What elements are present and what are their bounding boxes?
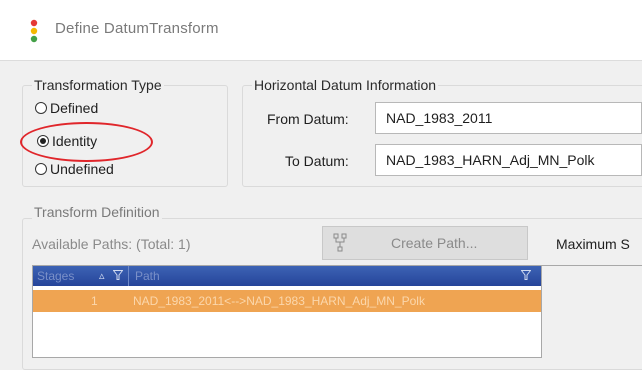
traffic-light-icon bbox=[30, 19, 38, 43]
transformation-type-label: Transformation Type bbox=[32, 77, 164, 93]
maximum-label: Maximum S bbox=[556, 236, 630, 252]
radio-undefined-label: Undefined bbox=[50, 161, 114, 177]
paths-grid[interactable]: Stages ▵ Path 1 NAD_1983_2011<-->NAD_198… bbox=[32, 265, 542, 358]
path-nodes-icon bbox=[333, 233, 347, 252]
radio-defined-circle[interactable] bbox=[35, 102, 47, 114]
window-title: Define DatumTransform bbox=[55, 20, 219, 37]
filter-icon[interactable] bbox=[113, 270, 123, 280]
column-stages-label: Stages bbox=[37, 269, 75, 283]
cell-path: NAD_1983_2011<-->NAD_1983_HARN_Adj_MN_Po… bbox=[133, 294, 425, 308]
column-header-stages[interactable]: Stages ▵ bbox=[33, 266, 129, 286]
column-path-label: Path bbox=[135, 269, 160, 283]
radio-defined[interactable]: Defined bbox=[35, 100, 98, 116]
grid-header: Stages ▵ Path bbox=[33, 266, 541, 286]
horizontal-datum-label: Horizontal Datum Information bbox=[252, 77, 439, 93]
highlight-annotation bbox=[20, 122, 153, 162]
radio-undefined-circle[interactable] bbox=[35, 163, 47, 175]
grid-side-panel bbox=[542, 265, 642, 358]
create-path-button[interactable]: Create Path... bbox=[322, 226, 528, 260]
transform-definition-label: Transform Definition bbox=[32, 204, 162, 220]
column-header-path[interactable]: Path bbox=[133, 266, 537, 286]
cell-stages: 1 bbox=[91, 294, 98, 308]
sort-ascending-icon[interactable]: ▵ bbox=[99, 269, 105, 282]
from-datum-field[interactable]: NAD_1983_2011 bbox=[375, 102, 642, 134]
radio-undefined[interactable]: Undefined bbox=[35, 161, 114, 177]
radio-defined-label: Defined bbox=[50, 100, 99, 116]
table-row[interactable]: 1 NAD_1983_2011<-->NAD_1983_HARN_Adj_MN_… bbox=[33, 290, 541, 312]
to-datum-label: To Datum: bbox=[285, 153, 349, 169]
filter-icon[interactable] bbox=[521, 270, 531, 280]
create-path-label: Create Path... bbox=[391, 235, 478, 251]
to-datum-field[interactable]: NAD_1983_HARN_Adj_MN_Polk bbox=[375, 144, 642, 176]
title-bar: Define DatumTransform bbox=[0, 0, 642, 61]
from-datum-label: From Datum: bbox=[267, 111, 349, 127]
available-paths-label: Available Paths: (Total: 1) bbox=[32, 236, 191, 252]
